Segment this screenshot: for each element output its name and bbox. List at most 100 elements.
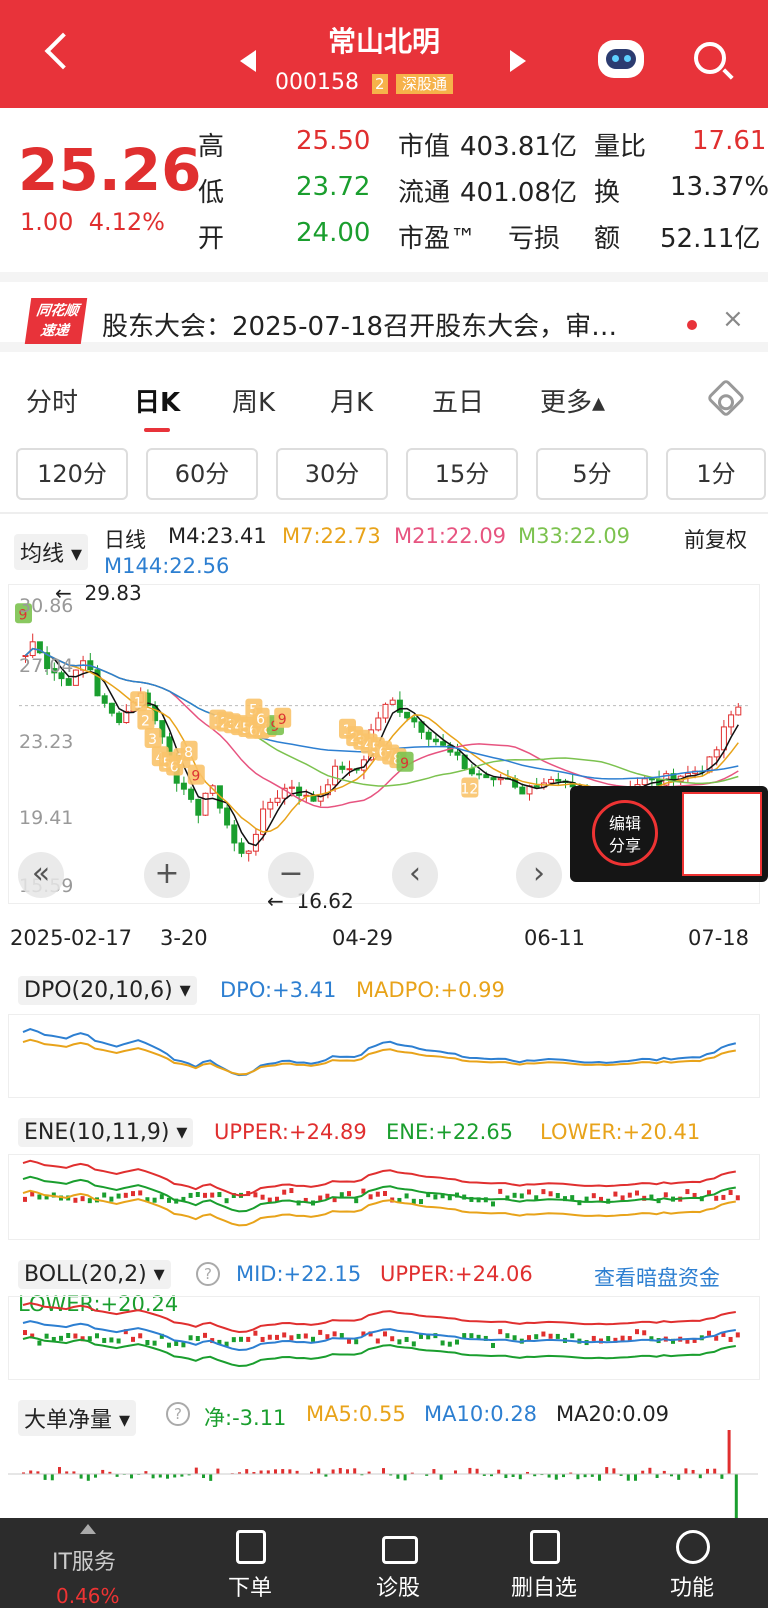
low-value: 23.72 bbox=[296, 172, 371, 202]
price-change: 1.00 4.12% bbox=[20, 208, 165, 236]
candle bbox=[65, 678, 72, 686]
mini-candle bbox=[390, 1336, 395, 1342]
period-120min[interactable]: 120分 bbox=[16, 448, 128, 500]
tab-monthly-k[interactable]: 月K bbox=[330, 382, 373, 419]
x-tick: 04-29 bbox=[332, 926, 394, 950]
signal-label: 8 bbox=[184, 745, 193, 761]
mini-candle bbox=[116, 1193, 121, 1199]
mini-candle bbox=[37, 1194, 42, 1200]
mini-candle bbox=[527, 1335, 531, 1341]
mini-candle bbox=[138, 1333, 143, 1339]
mini-candle bbox=[627, 1192, 632, 1198]
scroll-left-icon[interactable]: ‹ bbox=[392, 852, 438, 898]
expand-up-icon[interactable] bbox=[80, 1524, 96, 1534]
amount-value: 52.11亿 bbox=[660, 224, 761, 254]
order-button[interactable]: 下单 bbox=[200, 1570, 300, 1602]
order-bar bbox=[259, 1470, 263, 1474]
order-bar bbox=[727, 1408, 731, 1474]
dark-pool-link[interactable]: 查看暗盘资金 bbox=[594, 1262, 720, 1292]
tab-more[interactable]: 更多▴ bbox=[540, 382, 605, 419]
dpo-selector[interactable]: DPO(20,10,6) ▾ bbox=[18, 976, 197, 1005]
big-order-ma10: MA10:0.28 bbox=[424, 1402, 538, 1426]
remove-watchlist-button[interactable]: 删自选 bbox=[494, 1570, 594, 1602]
order-bar bbox=[151, 1474, 155, 1479]
screenshot-thumbnail[interactable] bbox=[682, 792, 762, 876]
signal-label: 3 bbox=[148, 732, 157, 748]
boll-selector[interactable]: BOLL(20,2) ▾ bbox=[18, 1260, 171, 1289]
adjust-mode[interactable]: 前复权 bbox=[684, 524, 747, 554]
high-value: 25.50 bbox=[296, 126, 371, 156]
mini-candle bbox=[102, 1192, 107, 1198]
ma-selector[interactable]: 均线 ▾ bbox=[14, 534, 89, 570]
mini-candle bbox=[109, 1196, 114, 1202]
menu-icon[interactable] bbox=[676, 1530, 710, 1564]
help-icon[interactable]: ? bbox=[196, 1262, 220, 1286]
mini-candle bbox=[116, 1338, 121, 1344]
it-service-label[interactable]: IT服务 bbox=[52, 1544, 116, 1576]
order-bar bbox=[382, 1468, 385, 1474]
close-icon[interactable]: × bbox=[722, 304, 744, 334]
help-icon[interactable]: ? bbox=[166, 1402, 190, 1426]
mini-candle bbox=[498, 1329, 503, 1335]
diagnose-button[interactable]: 诊股 bbox=[348, 1570, 448, 1602]
td-signal: 9 bbox=[274, 707, 292, 728]
share-panel[interactable]: 编辑 分享 bbox=[570, 786, 768, 882]
remove-watchlist-icon[interactable] bbox=[530, 1530, 560, 1564]
big-order-net: 净:-3.11 bbox=[204, 1406, 287, 1430]
float-cap-label: 流通 bbox=[398, 178, 451, 208]
mini-candle bbox=[570, 1195, 575, 1201]
candle bbox=[108, 702, 115, 714]
signal-label: 9 bbox=[191, 769, 200, 785]
mini-candle bbox=[354, 1198, 359, 1204]
order-icon[interactable] bbox=[236, 1530, 266, 1564]
candle bbox=[288, 786, 295, 789]
search-icon[interactable] bbox=[694, 42, 726, 74]
zoom-minus-icon[interactable]: − bbox=[268, 852, 314, 898]
ene-upper: UPPER:+24.89 bbox=[214, 1120, 367, 1144]
candle bbox=[641, 778, 648, 786]
mini-candle bbox=[318, 1195, 323, 1201]
mini-candle bbox=[203, 1332, 207, 1338]
candle bbox=[224, 807, 231, 826]
signal-label: 12 bbox=[460, 781, 478, 797]
scroll-right-icon[interactable]: › bbox=[516, 852, 562, 898]
zoom-out-all-icon[interactable]: « bbox=[18, 852, 64, 898]
tab-daily-k[interactable]: 日K bbox=[134, 382, 180, 419]
order-bar bbox=[432, 1469, 436, 1474]
period-15min[interactable]: 15分 bbox=[406, 448, 518, 500]
candle bbox=[267, 801, 274, 810]
mini-candle bbox=[404, 1193, 409, 1199]
period-30min[interactable]: 30分 bbox=[276, 448, 388, 500]
settings-icon[interactable] bbox=[706, 378, 746, 418]
tab-intraday[interactable]: 分时 bbox=[26, 382, 78, 419]
robot-assistant-icon[interactable] bbox=[598, 40, 644, 78]
order-bar bbox=[338, 1467, 342, 1474]
candle bbox=[728, 714, 735, 728]
mini-candle bbox=[203, 1192, 207, 1198]
order-bar bbox=[317, 1468, 321, 1474]
order-bar bbox=[245, 1469, 249, 1474]
signal-label: 9 bbox=[400, 756, 409, 772]
period-1min[interactable]: 1分 bbox=[666, 448, 766, 500]
candle bbox=[238, 842, 245, 854]
mini-candle bbox=[195, 1192, 200, 1198]
news-notice[interactable]: 同花顺 速递 股东大会：2025-07-18召开股东大会，审… × bbox=[0, 272, 768, 352]
notice-text[interactable]: 股东大会：2025-07-18召开股东大会，审… bbox=[102, 306, 617, 343]
mini-candle bbox=[375, 1338, 380, 1344]
big-order-chart bbox=[8, 1408, 760, 1519]
zoom-in-icon[interactable]: + bbox=[144, 852, 190, 898]
tab-five-day[interactable]: 五日 bbox=[432, 382, 484, 419]
mini-candle bbox=[109, 1337, 114, 1343]
period-60min[interactable]: 60分 bbox=[146, 448, 258, 500]
order-bar bbox=[173, 1474, 177, 1478]
ene-selector[interactable]: ENE(10,11,9) ▾ bbox=[18, 1118, 194, 1147]
kline-kind: 日线 bbox=[104, 528, 146, 552]
tab-weekly-k[interactable]: 周K bbox=[232, 382, 275, 419]
candle bbox=[425, 731, 432, 740]
function-button[interactable]: 功能 bbox=[642, 1570, 742, 1602]
mini-candle bbox=[260, 1336, 265, 1342]
period-5min[interactable]: 5分 bbox=[536, 448, 648, 500]
candle bbox=[231, 824, 238, 844]
diagnose-icon[interactable] bbox=[382, 1536, 418, 1564]
edit-share-button[interactable]: 编辑 分享 bbox=[592, 800, 658, 866]
